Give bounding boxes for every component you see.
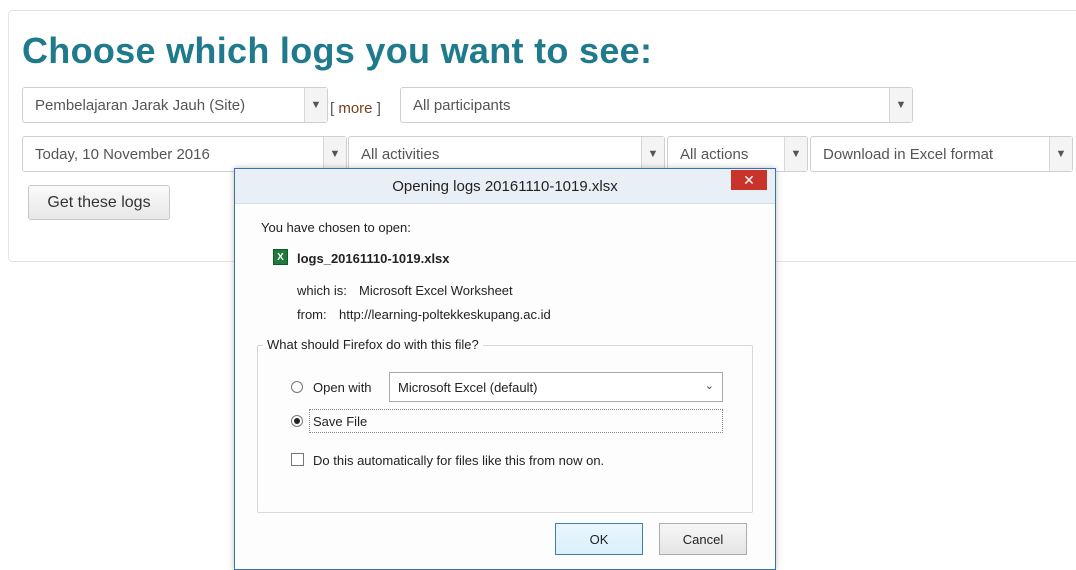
open-with-app-value: Microsoft Excel (default) [398,380,538,395]
file-name: logs_20161110-1019.xlsx [297,251,450,266]
format-select-value: Download in Excel format [823,146,994,163]
auto-action-label[interactable]: Do this automatically for files like thi… [313,453,604,468]
chevron-down-icon: ▼ [784,137,807,171]
date-select-value: Today, 10 November 2016 [35,146,210,163]
participants-select-value: All participants [413,97,511,114]
activities-select-value: All activities [361,146,440,163]
close-icon: ✕ [743,171,755,188]
chevron-down-icon: ▼ [641,137,664,171]
dialog-title: Opening logs 20161110-1019.xlsx [392,178,618,195]
file-action-question: What should Firefox do with this file? [263,337,483,352]
open-with-app-select[interactable]: Microsoft Excel (default) ⌄ [389,372,723,402]
date-select[interactable]: Today, 10 November 2016 ▼ [22,136,347,172]
file-source-url: http://learning-poltekkeskupang.ac.id [339,307,551,322]
which-is-label: which is: [297,283,347,298]
site-select[interactable]: Pembelajaran Jarak Jauh (Site) ▼ [22,87,328,123]
dialog-titlebar: Opening logs 20161110-1019.xlsx ✕ [235,169,775,204]
file-type: Microsoft Excel Worksheet [359,283,513,298]
save-file-radio[interactable] [291,415,303,427]
chevron-down-icon: ▼ [1049,137,1072,171]
actions-select-value: All actions [680,146,749,163]
open-with-label[interactable]: Open with [313,380,372,395]
save-file-focus-ring [309,409,723,433]
more-link-wrapper: [ more ] [330,100,381,117]
chevron-down-icon: ⌄ [704,380,714,392]
activities-select[interactable]: All activities ▼ [348,136,665,172]
close-button[interactable]: ✕ [731,170,767,190]
excel-file-icon: X [273,249,288,265]
dialog-intro: You have chosen to open: [261,220,411,235]
chevron-down-icon: ▼ [323,137,346,171]
from-label: from: [297,307,327,322]
chevron-down-icon: ▼ [889,88,912,122]
cancel-button[interactable]: Cancel [659,523,747,555]
actions-select[interactable]: All actions ▼ [667,136,808,172]
more-link[interactable]: more [338,100,372,117]
opening-file-dialog: Opening logs 20161110-1019.xlsx ✕ You ha… [234,168,776,570]
ok-button[interactable]: OK [555,523,643,555]
save-file-label[interactable]: Save File [313,414,367,429]
page-title: Choose which logs you want to see: [22,30,653,71]
format-select[interactable]: Download in Excel format ▼ [810,136,1073,172]
open-with-radio[interactable] [291,381,303,393]
bracket-close: ] [372,100,381,117]
auto-action-checkbox[interactable] [291,453,304,466]
get-logs-button[interactable]: Get these logs [28,185,170,220]
participants-select[interactable]: All participants ▼ [400,87,913,123]
site-select-value: Pembelajaran Jarak Jauh (Site) [35,97,246,114]
chevron-down-icon: ▼ [304,88,327,122]
